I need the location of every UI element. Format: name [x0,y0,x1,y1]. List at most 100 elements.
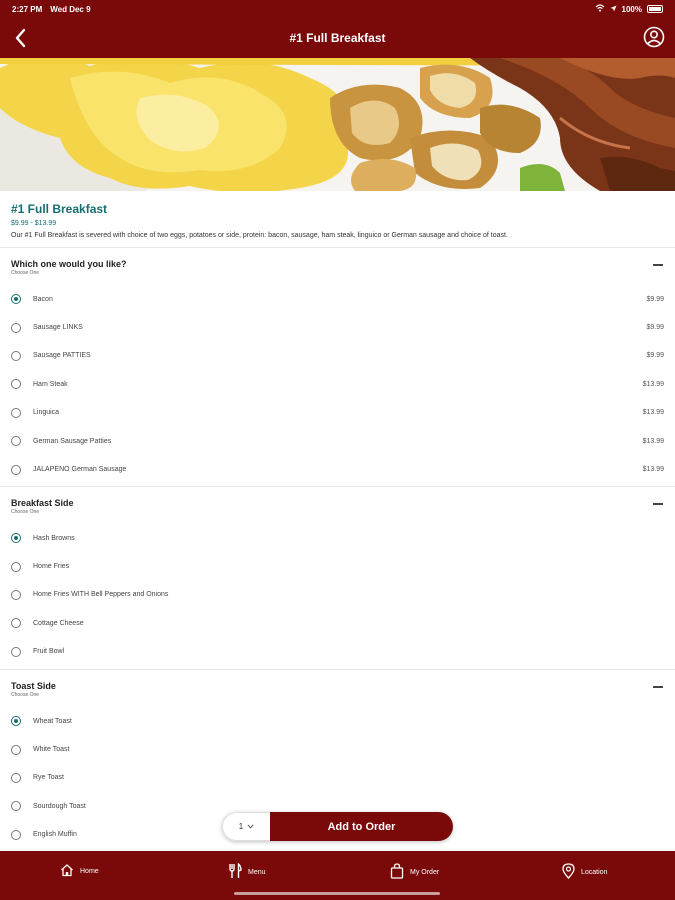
option-rye-toast[interactable]: Rye Toast [0,764,675,792]
group-subtitle: Choose One [11,692,40,698]
option-label: Hash Browns [33,534,75,542]
tab-home[interactable]: Home [60,863,99,879]
location-arrow-icon [610,5,617,14]
option-wheat-toast[interactable]: Wheat Toast [0,707,675,735]
tab-label: Home [80,867,99,875]
option-german-sausage-patties[interactable]: German Sausage Patties $13.99 [0,427,675,455]
collapse-icon[interactable] [653,503,663,505]
chevron-down-icon [247,822,254,831]
option-price: $13.99 [642,466,664,474]
utensils-icon [228,862,242,881]
tab-location[interactable]: Location [562,863,607,881]
option-label: Sausage LINKS [33,324,83,332]
option-ham-steak[interactable]: Ham Steak $13.99 [0,370,675,398]
option-fruit-bowl[interactable]: Fruit Bowl [0,638,675,666]
radio-selected[interactable] [11,294,21,305]
option-label: Sourdough Toast [33,802,86,810]
option-bacon[interactable]: Bacon $9.99 [0,285,675,313]
radio[interactable] [11,407,21,418]
option-label: Home Fries WITH Bell Peppers and Onions [33,591,169,599]
option-white-toast[interactable]: White Toast [0,735,675,763]
location-pin-icon [562,863,575,881]
status-bar: 2:27 PM Wed Dec 9 100% [0,0,675,18]
add-to-order-button[interactable]: Add to Order [270,812,453,841]
radio-selected[interactable] [11,716,21,727]
option-price: $13.99 [642,409,664,417]
radio[interactable] [11,646,21,657]
option-hash-browns[interactable]: Hash Browns [0,524,675,552]
group-title: Which one would you like? [11,259,127,269]
add-to-order-bar: 1 Add to Order [222,812,453,841]
item-hero-image [0,58,675,191]
radio[interactable] [11,829,21,840]
option-cottage-cheese[interactable]: Cottage Cheese [0,609,675,637]
radio[interactable] [11,322,21,333]
status-time: 2:27 PM [12,4,43,14]
item-price-range: $9.99 - $13.99 [11,220,57,227]
radio-selected[interactable] [11,533,21,544]
battery-icon [647,5,663,13]
option-price: $13.99 [642,380,664,388]
option-label: Wheat Toast [33,717,72,725]
option-label: Linguica [33,409,60,417]
item-title: #1 Full Breakfast [11,202,108,216]
option-label: Sausage PATTIES [33,352,91,360]
tab-menu[interactable]: Menu [228,862,266,881]
radio[interactable] [11,464,21,475]
radio[interactable] [11,436,21,447]
option-label: Bacon [33,295,53,303]
option-label: Rye Toast [33,774,64,782]
option-group-protein: Which one would you like? Choose One Bac… [0,247,675,486]
home-indicator [234,892,440,895]
option-home-fries-peppers-onions[interactable]: Home Fries WITH Bell Peppers and Onions [0,581,675,609]
group-title: Breakfast Side [11,498,74,508]
option-jalapeno-german-sausage[interactable]: JALAPENO German Sausage $13.99 [0,455,675,483]
radio[interactable] [11,618,21,629]
option-price: $9.99 [646,352,664,360]
radio[interactable] [11,801,21,812]
option-sausage-patties[interactable]: Sausage PATTIES $9.99 [0,342,675,370]
shopping-bag-icon [390,863,404,881]
nav-bar: #1 Full Breakfast [0,18,675,58]
wifi-icon [595,4,605,14]
option-sausage-links[interactable]: Sausage LINKS $9.99 [0,313,675,341]
item-detail: #1 Full Breakfast $9.99 - $13.99 Our #1 … [0,191,675,852]
option-price: $13.99 [642,437,664,445]
radio[interactable] [11,350,21,361]
option-label: White Toast [33,746,70,754]
collapse-icon[interactable] [653,264,663,266]
option-home-fries[interactable]: Home Fries [0,552,675,580]
radio[interactable] [11,561,21,572]
group-subtitle: Choose One [11,509,40,515]
group-subtitle: Choose One [11,270,40,276]
option-group-breakfast-side: Breakfast Side Choose One Hash Browns Ho… [0,486,675,669]
quantity-value: 1 [238,822,244,831]
option-linguica[interactable]: Linguica $13.99 [0,399,675,427]
status-date: Wed Dec 9 [50,4,91,14]
tab-label: My Order [410,868,440,876]
tab-label: Location [581,868,608,876]
bottom-tab-bar: Home Menu My Order Location [0,851,675,900]
radio[interactable] [11,772,21,783]
group-title: Toast Side [11,681,56,691]
profile-icon[interactable] [643,26,665,48]
radio[interactable] [11,744,21,755]
option-label: German Sausage Patties [33,437,112,445]
collapse-icon[interactable] [653,686,663,688]
option-label: Fruit Bowl [33,648,65,656]
option-price: $9.99 [646,295,664,303]
option-label: Cottage Cheese [33,619,84,627]
tab-label: Menu [248,868,266,876]
option-price: $9.99 [646,324,664,332]
option-label: Ham Steak [33,380,68,388]
option-label: JALAPENO German Sausage [33,466,127,474]
tab-my-order[interactable]: My Order [390,863,439,881]
quantity-select[interactable]: 1 [222,812,270,841]
radio[interactable] [11,589,21,600]
item-description: Our #1 Full Breakfast is severed with ch… [11,232,508,239]
option-label: English Muffin [33,831,77,839]
back-chevron-icon[interactable] [12,27,32,49]
page-title: #1 Full Breakfast [289,31,386,45]
home-icon [60,863,74,879]
radio[interactable] [11,379,21,390]
